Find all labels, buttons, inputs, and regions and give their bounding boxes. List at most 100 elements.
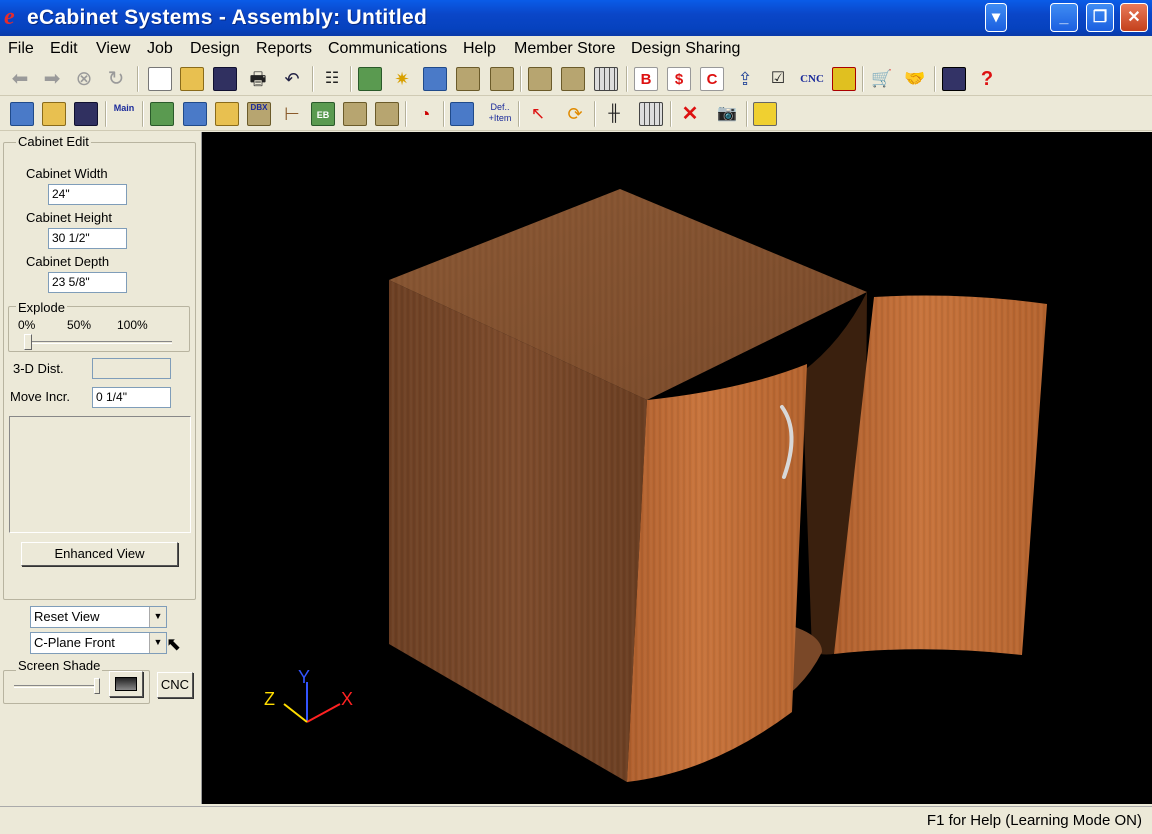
- upload-icon[interactable]: ⇪: [733, 67, 757, 91]
- paint-material-icon[interactable]: [358, 67, 382, 91]
- face-frame-icon[interactable]: [343, 102, 367, 126]
- cabinet-open-icon[interactable]: [42, 102, 66, 126]
- screen-shade-label: Screen Shade: [16, 658, 103, 673]
- toolbar-separator: [746, 101, 748, 127]
- cabinet-height-field[interactable]: 30 1/2": [48, 228, 127, 249]
- open-folder-icon[interactable]: [180, 67, 204, 91]
- radius-icon[interactable]: ◔: [413, 102, 437, 126]
- cost-report-icon[interactable]: $: [667, 67, 691, 91]
- main-toolbar: ⬅ ➡ ⊗ ↻ 🖶 ↶ ☷ ✷ B $ C ⇪ ☑ CNC 🛒 🤝 ?: [0, 62, 1152, 96]
- export-report-icon[interactable]: ☑: [766, 67, 790, 91]
- rotate-icon[interactable]: ⟳: [563, 102, 587, 126]
- cabinet-left-door-grain: [627, 364, 807, 782]
- stop-icon[interactable]: ⊗: [72, 67, 96, 91]
- panel-icon[interactable]: [490, 67, 514, 91]
- screen-shade-color-button[interactable]: [109, 671, 143, 697]
- explode-slider-thumb[interactable]: [24, 334, 32, 350]
- toolbar-separator: [934, 66, 936, 92]
- cabinet-3d-render: Y X Z: [264, 189, 1047, 782]
- cnc-button[interactable]: CNC: [157, 672, 193, 698]
- menu-view[interactable]: View: [96, 40, 130, 58]
- dbx-icon[interactable]: DBX: [247, 102, 271, 126]
- cabinet-height-label: Cabinet Height: [26, 210, 112, 225]
- settings-sliders-icon[interactable]: ☷: [320, 67, 344, 91]
- move-incr-field[interactable]: 0 1/4": [92, 387, 171, 408]
- hardware-icon[interactable]: [375, 102, 399, 126]
- menu-design-sharing[interactable]: Design Sharing: [631, 40, 740, 58]
- cabinet-close-icon[interactable]: [10, 102, 34, 126]
- light-icon[interactable]: ✷: [390, 67, 414, 91]
- cnc-toolbar-icon[interactable]: CNC: [797, 67, 827, 91]
- menu-communications[interactable]: Communications: [328, 40, 447, 58]
- cabinet-icon[interactable]: [528, 67, 552, 91]
- curve-profile-icon[interactable]: [423, 67, 447, 91]
- cabinet-edit-panel: Cabinet Edit Cabinet Width 24" Cabinet H…: [0, 132, 200, 804]
- reset-view-select[interactable]: Reset View ▼: [30, 606, 167, 628]
- 3d-dist-field[interactable]: [92, 358, 171, 379]
- menu-design[interactable]: Design: [190, 40, 240, 58]
- main-cabinet-icon[interactable]: Main: [112, 102, 136, 126]
- chevron-down-icon[interactable]: ▼: [149, 633, 166, 653]
- shade-swatch-icon: [115, 677, 137, 691]
- menu-reports[interactable]: Reports: [256, 40, 312, 58]
- y-axis-label: Y: [298, 667, 310, 687]
- menu-job[interactable]: Job: [147, 40, 173, 58]
- edgeband-icon[interactable]: EB: [311, 102, 335, 126]
- properties-icon[interactable]: [450, 102, 474, 126]
- x-axis-label: X: [341, 689, 353, 709]
- arch-icon[interactable]: [456, 67, 480, 91]
- cabinet-width-field[interactable]: 24": [48, 184, 127, 205]
- layout-grid-icon[interactable]: [594, 67, 618, 91]
- minimize-button[interactable]: _: [1050, 3, 1078, 32]
- cabinet-group-icon[interactable]: [561, 67, 585, 91]
- corner-cabinet-icon[interactable]: ⊢: [280, 102, 304, 126]
- refresh-icon[interactable]: ↻: [104, 67, 128, 91]
- cabinet-edit-label: Cabinet Edit: [16, 134, 91, 149]
- maximize-button[interactable]: ❐: [1086, 3, 1114, 32]
- help-question-icon[interactable]: ?: [975, 67, 999, 91]
- grid-icon[interactable]: [639, 102, 663, 126]
- shopping-cart-icon[interactable]: 🛒: [870, 67, 894, 91]
- menu-edit[interactable]: Edit: [50, 40, 78, 58]
- cut-report-icon[interactable]: C: [700, 67, 724, 91]
- ruler-icon[interactable]: [753, 102, 777, 126]
- move-incr-label: Move Incr.: [10, 389, 70, 404]
- define-item-icon[interactable]: Def.. +Item: [484, 102, 516, 126]
- cut-layout-icon[interactable]: [832, 67, 856, 91]
- chevron-down-icon[interactable]: ▼: [149, 607, 166, 627]
- pointer-arrow-icon[interactable]: ↖: [526, 102, 550, 126]
- new-file-icon[interactable]: [148, 67, 172, 91]
- delete-x-icon[interactable]: ✕: [678, 102, 702, 126]
- screen-shade-slider-thumb[interactable]: [94, 678, 100, 694]
- camera-icon[interactable]: 📷: [715, 102, 739, 126]
- enhanced-view-button[interactable]: Enhanced View: [21, 542, 178, 566]
- undo-icon[interactable]: ↶: [280, 67, 304, 91]
- status-text: F1 for Help (Learning Mode ON): [926, 812, 1142, 829]
- forward-arrow-icon[interactable]: ➡: [40, 67, 64, 91]
- handshake-icon[interactable]: 🤝: [903, 67, 927, 91]
- cplane-select[interactable]: C-Plane Front ▼: [30, 632, 167, 654]
- cabinet-save-icon[interactable]: [74, 102, 98, 126]
- print-icon[interactable]: 🖶: [246, 67, 270, 91]
- menu-member-store[interactable]: Member Store: [514, 40, 615, 58]
- toolbar-separator: [405, 101, 407, 127]
- back-arrow-icon[interactable]: ⬅: [8, 67, 32, 91]
- menu-help[interactable]: Help: [463, 40, 496, 58]
- title-dropdown-button[interactable]: ▾: [985, 3, 1007, 32]
- close-button[interactable]: ✕: [1120, 3, 1148, 32]
- wall-cabinet-icon[interactable]: [183, 102, 207, 126]
- toolbar-separator: [137, 66, 139, 92]
- base-cabinet-icon[interactable]: [150, 102, 174, 126]
- drawer-icon[interactable]: [215, 102, 239, 126]
- bill-report-icon[interactable]: B: [634, 67, 658, 91]
- toolbar-separator: [443, 101, 445, 127]
- mouse-cursor-icon: ⬉: [166, 634, 182, 654]
- 3d-viewport[interactable]: Y X Z: [201, 132, 1152, 804]
- cabinet-depth-field[interactable]: 23 5/8": [48, 272, 127, 293]
- filmstrip-icon[interactable]: [942, 67, 966, 91]
- cabinet-toolbar: Main DBX ⊢ EB ◔ Def.. +Item ↖ ⟳ ╫ ✕ 📷: [0, 97, 1152, 131]
- save-disk-icon[interactable]: [213, 67, 237, 91]
- menu-file[interactable]: File: [8, 40, 34, 58]
- toolbar-separator: [142, 101, 144, 127]
- dimension-icon[interactable]: ╫: [602, 102, 626, 126]
